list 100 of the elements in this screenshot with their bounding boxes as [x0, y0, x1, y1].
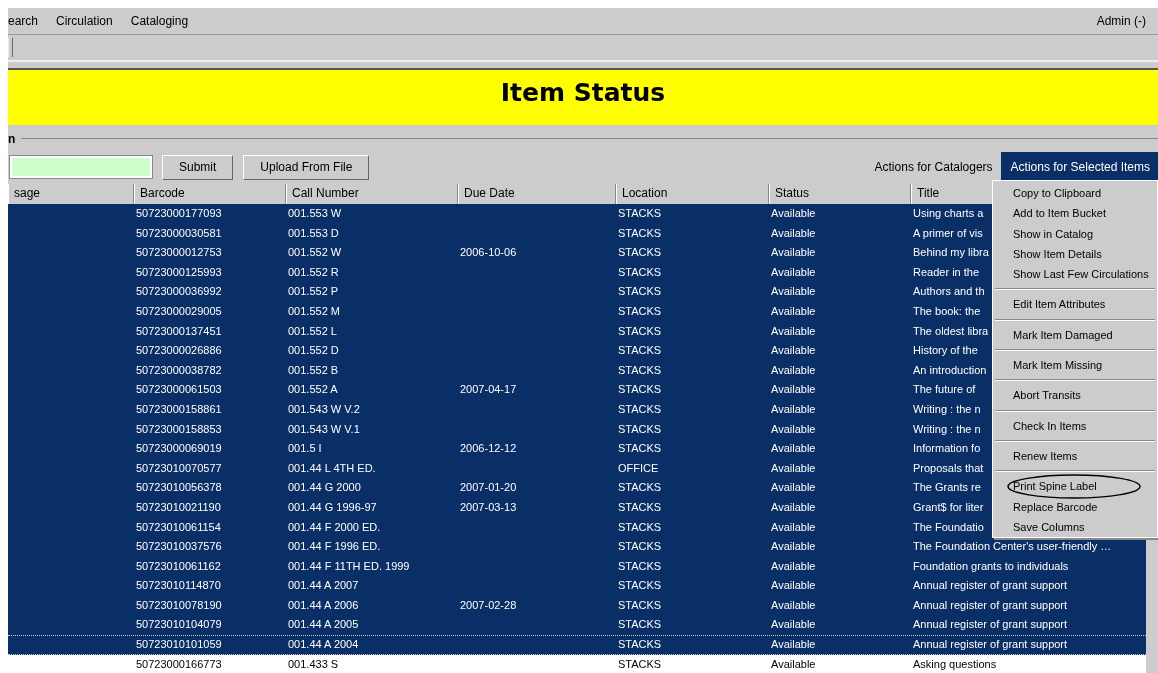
table-cell-text: 50723000069019 — [135, 441, 223, 457]
table-cell-text: STACKS — [617, 343, 663, 359]
table-cell-text: Available — [770, 617, 817, 633]
menu-item[interactable]: Circulation — [56, 14, 113, 28]
table-cell-text: Available — [770, 539, 817, 555]
table-cell-text: STACKS — [617, 362, 663, 378]
menu-entry[interactable]: Mark Item Damaged — [993, 324, 1157, 346]
table-cell-text: STACKS — [617, 303, 663, 319]
menu-entry[interactable]: Edit Item Attributes — [993, 294, 1157, 315]
submit-button[interactable]: Submit — [162, 154, 234, 180]
table-cell-text: Available — [770, 480, 817, 496]
table-cell-text: 50723000012753 — [135, 245, 223, 261]
table-cell-text: STACKS — [617, 617, 663, 633]
table-cell-text: 50723000030581 — [135, 225, 223, 241]
table-cell-text: 50723000026886 — [135, 343, 223, 359]
table-cell-text: STACKS — [617, 264, 663, 280]
table-cell-text: STACKS — [617, 539, 663, 555]
menu-entry[interactable]: Replace Barcode — [993, 496, 1157, 517]
table-cell-text: Available — [770, 441, 817, 457]
table-cell-text: 2007-03-13 — [459, 499, 518, 515]
table-cell-text: Using charts a — [912, 206, 985, 221]
table-cell-text: Annual register of grant support — [912, 637, 1069, 653]
table-cell-text: The Foundatio — [912, 519, 985, 535]
table-cell-text: 001.44 F 2000 ED. — [287, 519, 382, 535]
table-cell-text: Annual register of grant support — [912, 617, 1069, 633]
table-cell-text: 50723010021190 — [135, 499, 222, 515]
table-cell-text: Available — [770, 245, 817, 261]
table-cell-text: 2007-04-17 — [459, 382, 518, 398]
table-cell-text: STACKS — [617, 441, 663, 457]
menu-entry[interactable]: Show Item Details — [993, 243, 1157, 265]
table-cell-text: 001.552 M — [287, 303, 341, 319]
table-cell-text: 50723000137451 — [135, 323, 223, 339]
table-cell-text: 001.44 A 2006 — [287, 597, 360, 613]
menu-entry[interactable]: Save Columns — [993, 516, 1157, 538]
table-cell-text: 001.44 A 2007 — [287, 578, 360, 594]
table-cell-text: 001.44 F 1996 ED. — [287, 539, 382, 555]
table-cell-text: Available — [770, 558, 817, 574]
table-cell-text: An introduction — [912, 362, 988, 378]
action-tab[interactable]: Actions for Selected Items — [1000, 152, 1158, 182]
table-cell-text: 001.552 L — [287, 323, 338, 339]
upload-button[interactable]: Upload From File — [243, 154, 370, 180]
table-cell-text: Available — [770, 206, 817, 221]
menu-item[interactable]: Cataloging — [130, 14, 189, 28]
table-cell-text: Grant$ for liter — [912, 499, 985, 515]
menu-item[interactable]: earch — [8, 14, 39, 28]
table-cell-text: 001.433 S — [287, 656, 340, 672]
table-cell-text: Available — [770, 637, 817, 653]
table-cell-text: 001.44 F 11TH ED. 1999 — [287, 558, 411, 574]
table-cell-text: Foundation grants to individuals — [912, 558, 1070, 574]
table-cell-text: 2006-10-06 — [459, 245, 518, 261]
table-cell-text: STACKS — [617, 284, 663, 300]
table-cell-text: Available — [770, 323, 817, 339]
table-cell-text: STACKS — [617, 245, 663, 261]
table-cell-text: Annual register of grant support — [912, 578, 1069, 594]
table-cell-text: Available — [770, 656, 817, 672]
table-cell-text: 50723000166773 — [135, 656, 223, 672]
table-cell-text: STACKS — [617, 578, 663, 594]
table-cell-text: Authors and th — [912, 284, 986, 300]
table-cell-text: Available — [770, 499, 817, 515]
table-cell-text: 001.552 D — [287, 343, 340, 359]
menu-entry[interactable]: Renew Items — [993, 445, 1157, 467]
toolbar-grip — [8, 38, 13, 57]
table-cell-text: 001.44 A 2005 — [287, 617, 360, 633]
table-cell-text: 50723000158861 — [135, 401, 223, 417]
table-cell-text: Available — [770, 460, 817, 476]
table-cell-text: Writing : the n — [912, 421, 982, 437]
table-cell-text: 001.553 D — [287, 225, 340, 241]
table-cell-text: STACKS — [617, 480, 663, 496]
barcode-input[interactable] — [10, 156, 152, 178]
menu-entry[interactable]: Copy to Clipboard — [993, 183, 1157, 204]
table-cell-text: 001.552 A — [287, 382, 339, 398]
table-cell-text: 50723010078190 — [135, 597, 223, 613]
menu-entry[interactable]: Show Last Few Circulations — [993, 264, 1157, 285]
table-cell-text: 50723010061162 — [135, 558, 222, 574]
menu-entry[interactable]: Show in Catalog — [993, 223, 1157, 244]
table-cell-text: 001.552 W — [287, 245, 343, 261]
table-cell-text: STACKS — [617, 225, 663, 241]
menu-entry[interactable]: Check In Items — [993, 415, 1157, 436]
table-cell-text: 50723000125993 — [135, 264, 223, 280]
user-menu[interactable]: Admin (-) — [1096, 14, 1146, 28]
table-cell-text: Available — [770, 401, 817, 417]
table-cell-text: STACKS — [617, 519, 663, 535]
table-cell-text: Available — [770, 578, 817, 594]
table-cell-text: 50723010061154 — [135, 519, 222, 535]
menu-entry[interactable]: Abort Transits — [993, 385, 1157, 406]
table-cell-text: Proposals that — [912, 460, 985, 476]
table-cell-text: 001.552 B — [287, 362, 340, 378]
table-cell-text: STACKS — [617, 499, 663, 515]
table-cell-text: Available — [770, 343, 817, 359]
table-cell-text: The oldest libra — [912, 323, 990, 339]
table-cell-text: Annual register of grant support — [912, 597, 1069, 613]
menu-entry[interactable]: Mark Item Missing — [993, 355, 1157, 376]
table-cell-text: OFFICE — [617, 460, 660, 476]
action-tab[interactable]: Actions for Catalogers — [864, 152, 1001, 182]
table-cell-text: STACKS — [617, 637, 663, 653]
menu-entry[interactable]: Add to Item Bucket — [993, 203, 1157, 224]
menu-entry[interactable]: Print Spine Label — [993, 476, 1157, 497]
table-cell-text: 001.552 R — [287, 264, 340, 280]
table-cell-text: 50723000158853 — [135, 421, 223, 437]
table-cell-text: STACKS — [617, 323, 663, 339]
